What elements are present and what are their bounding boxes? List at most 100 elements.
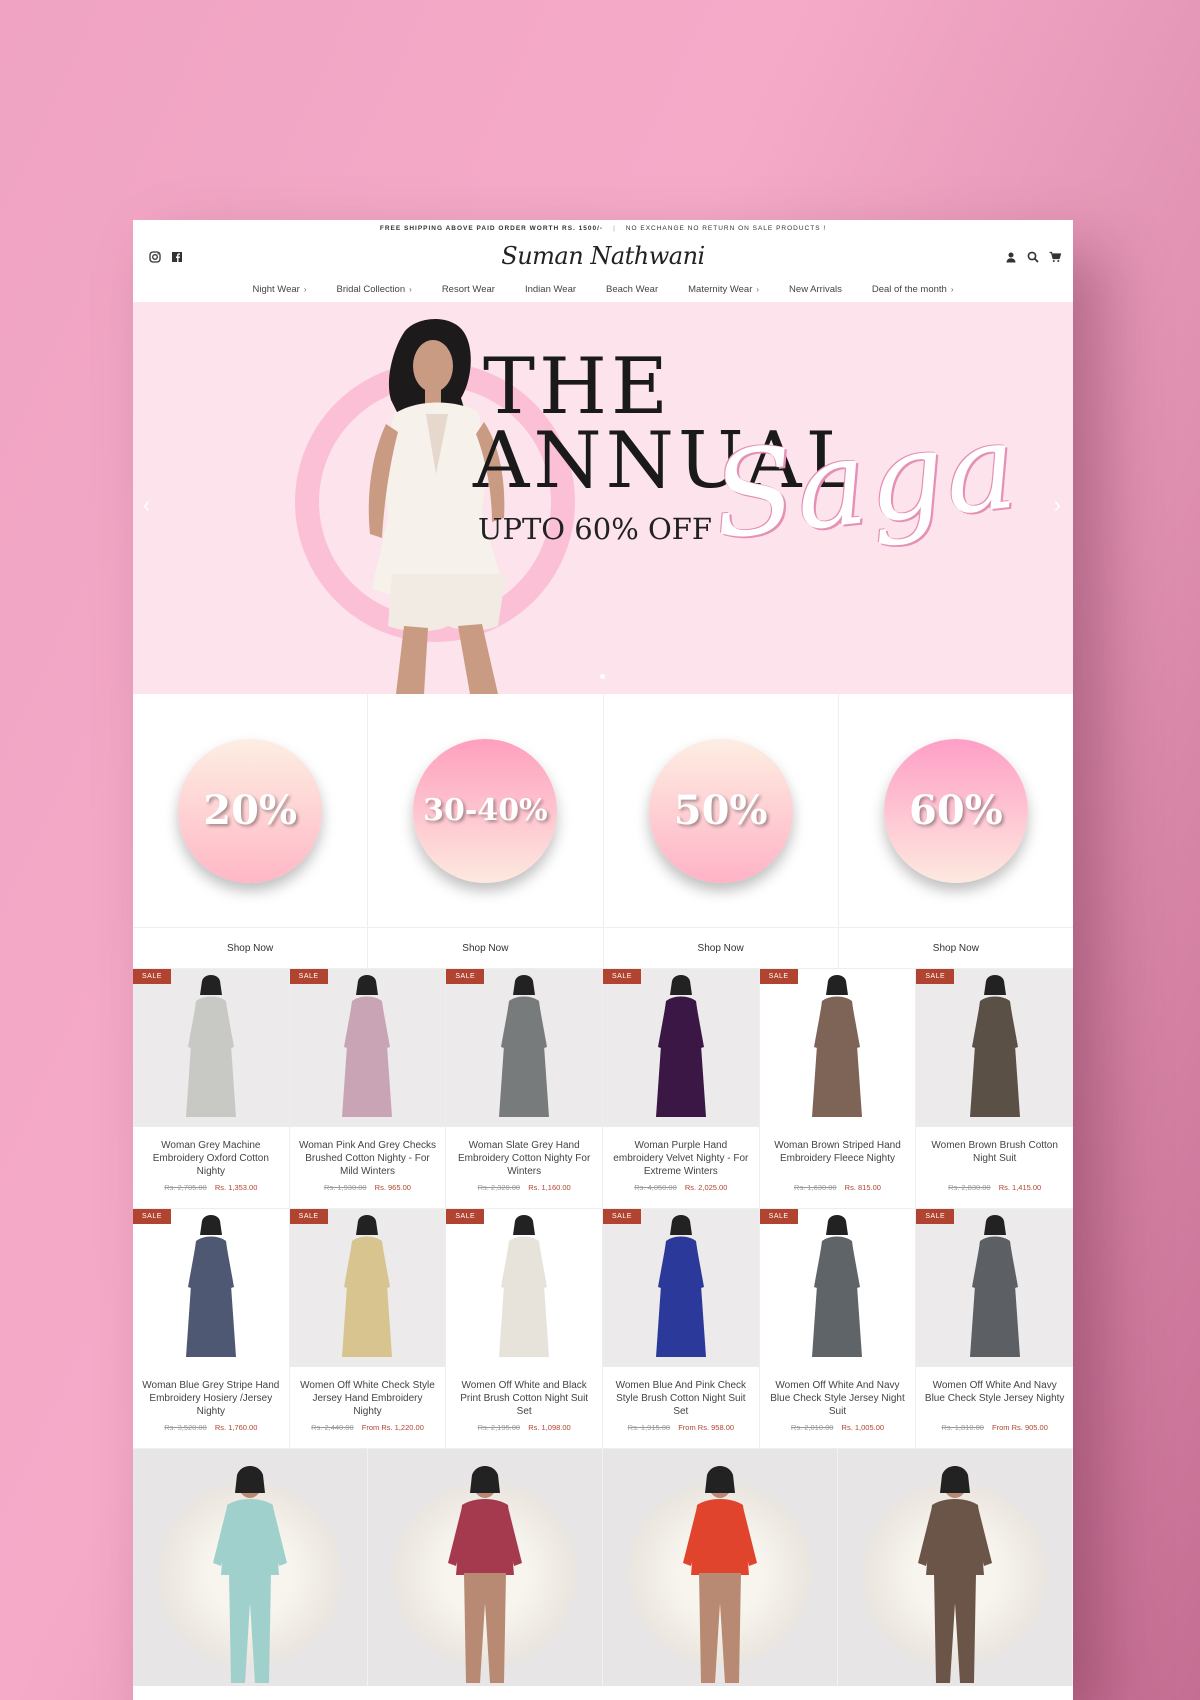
product-card[interactable]: SALE Woman Purple Hand embroidery Velvet… xyxy=(603,969,760,1209)
product-card[interactable]: SALE Woman Slate Grey Hand Embroidery Co… xyxy=(446,969,603,1209)
original-price: Rs. 1,930.00 xyxy=(324,1183,367,1192)
chevron-left-icon[interactable]: ‹ xyxy=(143,492,150,518)
product-image[interactable]: SALE xyxy=(916,1209,1073,1367)
sale-badge: SALE xyxy=(916,969,955,984)
product-image[interactable]: SALE xyxy=(759,1209,916,1367)
product-price: Rs. 2,705.00 Rs. 1,353.00 xyxy=(133,1179,289,1192)
product-card[interactable]: SALE Woman Pink And Grey Checks Brushed … xyxy=(289,969,447,1209)
product-card[interactable]: SALE Women Blue And Pink Check Style Bru… xyxy=(603,1209,760,1449)
nav-label: Resort Wear xyxy=(441,283,495,295)
shop-now-link[interactable]: Shop Now xyxy=(839,928,1073,968)
account-icon[interactable] xyxy=(1005,250,1017,263)
chevron-right-icon[interactable]: › xyxy=(1054,492,1061,518)
product-image[interactable]: SALE xyxy=(133,1209,289,1367)
offer-badge-area: 30-40% xyxy=(368,694,603,928)
product-name[interactable]: Women Off White And Navy Blue Check Styl… xyxy=(916,1367,1073,1419)
collection-tile[interactable] xyxy=(838,1449,1073,1686)
product-image[interactable]: SALE xyxy=(446,969,602,1127)
product-model-figure xyxy=(185,975,236,1117)
nav-maternity-wear[interactable]: Maternity Wear › xyxy=(688,284,759,295)
offer-card[interactable]: 20% Shop Now xyxy=(133,694,369,968)
product-name[interactable]: Woman Blue Grey Stripe Hand Embroidery H… xyxy=(133,1367,289,1419)
product-image[interactable]: SALE xyxy=(603,1209,759,1367)
search-icon[interactable] xyxy=(1027,250,1039,263)
hero-banner[interactable]: THE ANNUAL Saga UPTO 60% OFF ‹ › xyxy=(133,302,1073,694)
product-model-figure xyxy=(812,975,863,1117)
nav-label: Bridal Collection xyxy=(336,283,406,295)
nav-new-arrivals[interactable]: New Arrivals xyxy=(789,284,842,295)
product-name[interactable]: Woman Slate Grey Hand Embroidery Cotton … xyxy=(446,1127,602,1179)
product-name[interactable]: Woman Brown Striped Hand Embroidery Flee… xyxy=(760,1127,916,1179)
shop-now-link[interactable]: Shop Now xyxy=(604,928,838,968)
product-name[interactable]: Woman Pink And Grey Checks Brushed Cotto… xyxy=(290,1127,446,1179)
sale-badge: SALE xyxy=(759,1209,798,1224)
product-model-figure xyxy=(499,975,550,1117)
collection-tile[interactable] xyxy=(603,1449,838,1686)
brand-logo[interactable]: Suman Nathwani xyxy=(501,242,705,270)
product-card[interactable]: SALE Women Off White And Navy Blue Check… xyxy=(759,1209,917,1449)
nav-resort-wear[interactable]: Resort Wear xyxy=(442,284,495,295)
nav-beach-wear[interactable]: Beach Wear xyxy=(606,284,658,295)
nav-bridal-collection[interactable]: Bridal Collection › xyxy=(336,284,411,295)
product-name[interactable]: Woman Purple Hand embroidery Velvet Nigh… xyxy=(603,1127,759,1179)
facebook-icon[interactable] xyxy=(171,250,183,262)
social-links xyxy=(149,250,183,263)
sale-badge: SALE xyxy=(289,1209,328,1224)
nav-label: Deal of the month xyxy=(871,283,947,295)
sale-badge: SALE xyxy=(133,969,171,984)
sale-price: Rs. 2,025.00 xyxy=(684,1183,728,1192)
product-model-figure xyxy=(342,975,393,1117)
nav-label: New Arrivals xyxy=(789,283,842,295)
product-name[interactable]: Women Off White Check Style Jersey Hand … xyxy=(290,1367,446,1419)
product-image[interactable]: SALE xyxy=(603,969,759,1127)
chevron-right-icon: › xyxy=(409,284,412,294)
product-image[interactable]: SALE xyxy=(289,969,446,1127)
product-image[interactable]: SALE xyxy=(133,969,289,1127)
cart-icon[interactable] xyxy=(1049,250,1062,262)
product-image[interactable]: SALE xyxy=(916,969,1073,1127)
product-price: Rs. 1,630.00 Rs. 815.00 xyxy=(760,1179,916,1192)
original-price: Rs. 1,630.00 xyxy=(794,1183,837,1192)
product-image[interactable]: SALE xyxy=(289,1209,446,1367)
product-card[interactable]: SALE Women Off White and Black Print Bru… xyxy=(446,1209,603,1449)
original-price: Rs. 2,320.00 xyxy=(477,1183,521,1192)
collection-tile[interactable] xyxy=(133,1449,368,1686)
product-model-figure xyxy=(499,1215,550,1357)
product-price: Rs. 2,440.00 From Rs. 1,220.00 xyxy=(290,1419,446,1432)
sale-badge: SALE xyxy=(133,1209,171,1224)
product-image[interactable]: SALE xyxy=(446,1209,602,1367)
shop-now-link[interactable]: Shop Now xyxy=(368,928,602,968)
product-card[interactable]: SALE Women Off White And Navy Blue Check… xyxy=(916,1209,1073,1449)
offer-card[interactable]: 50% Shop Now xyxy=(603,694,839,968)
sale-price: Rs. 965.00 xyxy=(374,1183,411,1192)
product-name[interactable]: Women Blue And Pink Check Style Brush Co… xyxy=(603,1367,759,1419)
hero-subtitle: UPTO 60% OFF xyxy=(478,512,712,546)
nav-deal-of-the-month[interactable]: Deal of the month › xyxy=(872,284,954,295)
sale-badge: SALE xyxy=(289,969,328,984)
shop-now-link[interactable]: Shop Now xyxy=(133,928,367,968)
product-card[interactable]: SALE Woman Grey Machine Embroidery Oxfor… xyxy=(133,969,290,1209)
product-name[interactable]: Women Brown Brush Cotton Night Suit xyxy=(916,1127,1073,1179)
sale-price: Rs. 1,160.00 xyxy=(528,1183,571,1192)
sale-price: Rs. 1,760.00 xyxy=(214,1423,258,1432)
carousel-dot[interactable] xyxy=(600,674,605,679)
product-card[interactable]: SALE Woman Blue Grey Stripe Hand Embroid… xyxy=(133,1209,290,1449)
product-name[interactable]: Women Off White and Black Print Brush Co… xyxy=(446,1367,602,1419)
instagram-icon[interactable] xyxy=(149,250,161,263)
nav-night-wear[interactable]: Night Wear › xyxy=(252,284,306,295)
chevron-right-icon: › xyxy=(756,284,760,294)
announcement-right: NO EXCHANGE NO RETURN ON SALE PRODUCTS ! xyxy=(625,224,827,232)
nav-indian-wear[interactable]: Indian Wear xyxy=(525,284,576,295)
product-name[interactable]: Woman Grey Machine Embroidery Oxford Cot… xyxy=(133,1127,289,1179)
product-card[interactable]: SALE Women Off White Check Style Jersey … xyxy=(289,1209,447,1449)
offer-card[interactable]: 60% Shop Now xyxy=(838,694,1073,968)
product-image[interactable]: SALE xyxy=(759,969,916,1127)
collection-tile[interactable] xyxy=(368,1449,603,1686)
product-card[interactable]: SALE Woman Brown Striped Hand Embroidery… xyxy=(759,969,917,1209)
discount-circle: 50% xyxy=(648,738,793,883)
product-card[interactable]: SALE Women Brown Brush Cotton Night Suit… xyxy=(916,969,1073,1209)
original-price: Rs. 2,440.00 xyxy=(311,1423,354,1432)
sale-badge: SALE xyxy=(603,969,641,984)
offer-card[interactable]: 30-40% Shop Now xyxy=(368,694,604,968)
product-name[interactable]: Women Off White And Navy Blue Check Styl… xyxy=(760,1367,916,1419)
